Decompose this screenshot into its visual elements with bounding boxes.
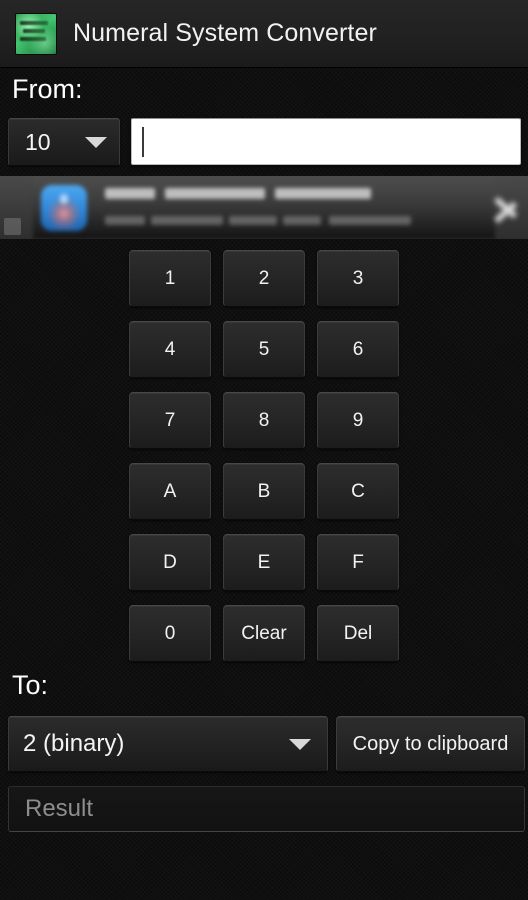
to-label: To: xyxy=(12,670,49,700)
ad-subtext-block-5 xyxy=(329,216,411,225)
key-f[interactable]: F xyxy=(317,534,399,591)
key-4[interactable]: 4 xyxy=(129,321,211,378)
key-0[interactable]: 0 xyxy=(129,605,211,662)
chevron-down-icon xyxy=(289,738,311,750)
app-logo-icon xyxy=(15,12,57,55)
ad-headline-block-2 xyxy=(165,188,265,199)
key-3[interactable]: 3 xyxy=(317,250,399,307)
title-bar: Numeral System Converter xyxy=(0,0,528,68)
key-e[interactable]: E xyxy=(223,534,305,591)
key-2[interactable]: 2 xyxy=(223,250,305,307)
ad-subtext-block-4 xyxy=(283,216,321,225)
from-base-value: 10 xyxy=(25,128,51,155)
chevron-right-icon[interactable] xyxy=(488,184,528,231)
key-1[interactable]: 1 xyxy=(129,250,211,307)
key-c[interactable]: C xyxy=(317,463,399,520)
text-cursor xyxy=(142,126,144,157)
to-base-value: 2 (binary) xyxy=(23,730,125,757)
ad-banner-content xyxy=(33,176,495,239)
key-7[interactable]: 7 xyxy=(129,392,211,449)
key-5[interactable]: 5 xyxy=(223,321,305,378)
app-screen: Numeral System Converter From: 10 1 2 3 … xyxy=(0,0,528,900)
key-clear[interactable]: Clear xyxy=(223,605,305,662)
ad-headline-block-1 xyxy=(105,188,155,199)
result-field[interactable]: Result xyxy=(8,786,525,832)
key-del[interactable]: Del xyxy=(317,605,399,662)
ad-subtext-block-3 xyxy=(229,216,277,225)
key-a[interactable]: A xyxy=(129,463,211,520)
ad-info-badge[interactable] xyxy=(4,218,21,235)
ad-app-icon xyxy=(41,185,87,231)
ad-banner[interactable] xyxy=(0,176,528,239)
from-base-spinner[interactable]: 10 xyxy=(8,118,120,166)
key-8[interactable]: 8 xyxy=(223,392,305,449)
key-d[interactable]: D xyxy=(129,534,211,591)
keypad: 1 2 3 4 5 6 7 8 9 A B C D E F 0 Clear De… xyxy=(129,250,399,662)
ad-headline-block-3 xyxy=(275,188,371,199)
to-base-spinner[interactable]: 2 (binary) xyxy=(8,716,328,772)
chevron-down-icon xyxy=(85,136,107,148)
app-title: Numeral System Converter xyxy=(73,19,377,47)
copy-to-clipboard-button[interactable]: Copy to clipboard xyxy=(336,716,525,772)
from-label: From: xyxy=(12,74,83,104)
ad-subtext-block-2 xyxy=(151,216,223,225)
key-6[interactable]: 6 xyxy=(317,321,399,378)
ad-subtext-block-1 xyxy=(105,216,145,225)
key-9[interactable]: 9 xyxy=(317,392,399,449)
from-value-input[interactable] xyxy=(131,118,521,165)
app-logo-icon-text xyxy=(20,20,52,41)
key-b[interactable]: B xyxy=(223,463,305,520)
